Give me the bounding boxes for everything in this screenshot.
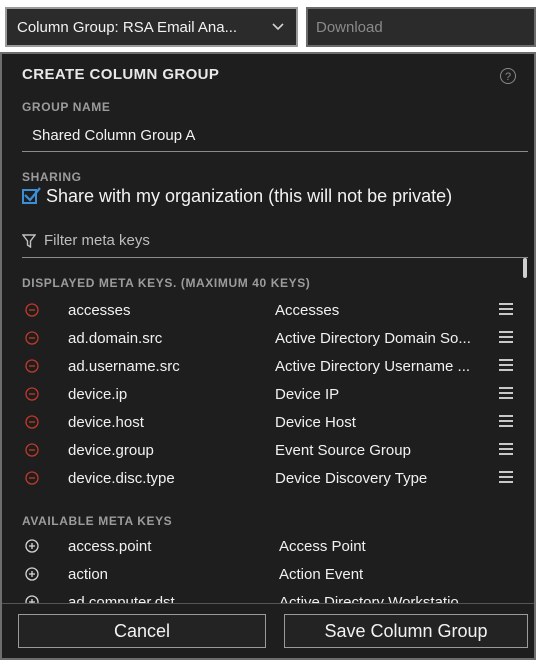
drag-handle-icon[interactable]	[499, 303, 513, 318]
add-circle-icon[interactable]	[22, 567, 42, 581]
drag-handle-icon[interactable]	[499, 387, 513, 402]
add-circle-icon[interactable]	[22, 539, 42, 553]
filter-icon	[22, 233, 36, 248]
meta-key-label: Device Discovery Type	[275, 469, 428, 487]
meta-key-name: access.point	[68, 537, 152, 555]
top-toolbar: Column Group: RSA Email Ana... Download	[0, 0, 536, 52]
meta-key-name: ad.domain.src	[68, 329, 163, 347]
panel-title: CREATE COLUMN GROUP	[22, 66, 220, 83]
share-checkbox[interactable]	[22, 187, 41, 204]
displayed-key-row[interactable]: accesses Accesses	[22, 296, 522, 324]
meta-key-name: device.host	[68, 413, 144, 431]
sharing-label: SHARING	[22, 170, 82, 184]
meta-key-label: Event Source Group	[275, 441, 411, 459]
create-column-group-panel: CREATE COLUMN GROUP ? GROUP NAME Shared …	[0, 52, 536, 660]
displayed-key-row[interactable]: device.host Device Host	[22, 408, 522, 436]
group-name-value: Shared Column Group A	[32, 127, 196, 144]
meta-key-name: ad.username.src	[68, 357, 180, 375]
available-key-row[interactable]: action Action Event	[22, 560, 522, 588]
share-checkbox-label: Share with my organization (this will no…	[46, 186, 453, 206]
group-name-label: GROUP NAME	[22, 100, 111, 114]
displayed-key-row[interactable]: ad.username.src Active Directory Username…	[22, 352, 522, 380]
filter-meta-keys-input[interactable]: Filter meta keys	[22, 224, 528, 258]
displayed-key-row[interactable]: device.group Event Source Group	[22, 436, 522, 464]
download-placeholder: Download	[316, 18, 383, 36]
column-group-label: Column Group: RSA Email Ana...	[17, 18, 238, 36]
filter-placeholder: Filter meta keys	[44, 232, 150, 249]
drag-handle-icon[interactable]	[499, 443, 513, 458]
displayed-key-row[interactable]: device.disc.type Device Discovery Type	[22, 464, 522, 492]
remove-circle-icon[interactable]	[22, 443, 42, 457]
meta-key-name: action	[68, 565, 109, 583]
column-group-select[interactable]: Column Group: RSA Email Ana...	[5, 7, 298, 47]
scrollbar-thumb[interactable]	[523, 258, 527, 278]
meta-key-label: Device Host	[275, 413, 356, 431]
meta-key-label: Accesses	[275, 301, 340, 319]
cancel-button[interactable]: Cancel	[18, 614, 266, 648]
download-field[interactable]: Download	[306, 7, 536, 47]
remove-circle-icon[interactable]	[22, 359, 42, 373]
meta-key-name: device.ip	[68, 385, 128, 403]
meta-key-label: Action Event	[279, 565, 364, 583]
displayed-key-row[interactable]: device.ip Device IP	[22, 380, 522, 408]
displayed-keys-label: DISPLAYED META KEYS. (MAXIMUM 40 KEYS)	[22, 276, 311, 290]
question-circle-icon[interactable]: ?	[500, 68, 516, 84]
remove-circle-icon[interactable]	[22, 331, 42, 345]
remove-circle-icon[interactable]	[22, 415, 42, 429]
share-checkbox-row[interactable]: Share with my organization (this will no…	[22, 186, 452, 207]
meta-key-label: Active Directory Username ...	[275, 357, 471, 375]
drag-handle-icon[interactable]	[499, 415, 513, 430]
meta-key-name: accesses	[68, 301, 131, 319]
chevron-down-icon	[270, 19, 286, 35]
meta-key-name: device.disc.type	[68, 469, 175, 487]
meta-key-label: Access Point	[279, 537, 366, 555]
available-keys-label: AVAILABLE META KEYS	[22, 514, 173, 528]
meta-key-name: device.group	[68, 441, 154, 459]
meta-key-label: Active Directory Domain So...	[275, 329, 471, 347]
panel-footer: Cancel Save Column Group	[2, 603, 534, 658]
remove-circle-icon[interactable]	[22, 303, 42, 317]
save-column-group-button[interactable]: Save Column Group	[284, 614, 528, 648]
remove-circle-icon[interactable]	[22, 387, 42, 401]
drag-handle-icon[interactable]	[499, 471, 513, 486]
drag-handle-icon[interactable]	[499, 359, 513, 374]
displayed-key-row[interactable]: ad.domain.src Active Directory Domain So.…	[22, 324, 522, 352]
available-key-row[interactable]: access.point Access Point	[22, 532, 522, 560]
meta-key-label: Device IP	[275, 385, 340, 403]
group-name-input[interactable]: Shared Column Group A	[22, 120, 528, 152]
drag-handle-icon[interactable]	[499, 331, 513, 346]
remove-circle-icon[interactable]	[22, 471, 42, 485]
